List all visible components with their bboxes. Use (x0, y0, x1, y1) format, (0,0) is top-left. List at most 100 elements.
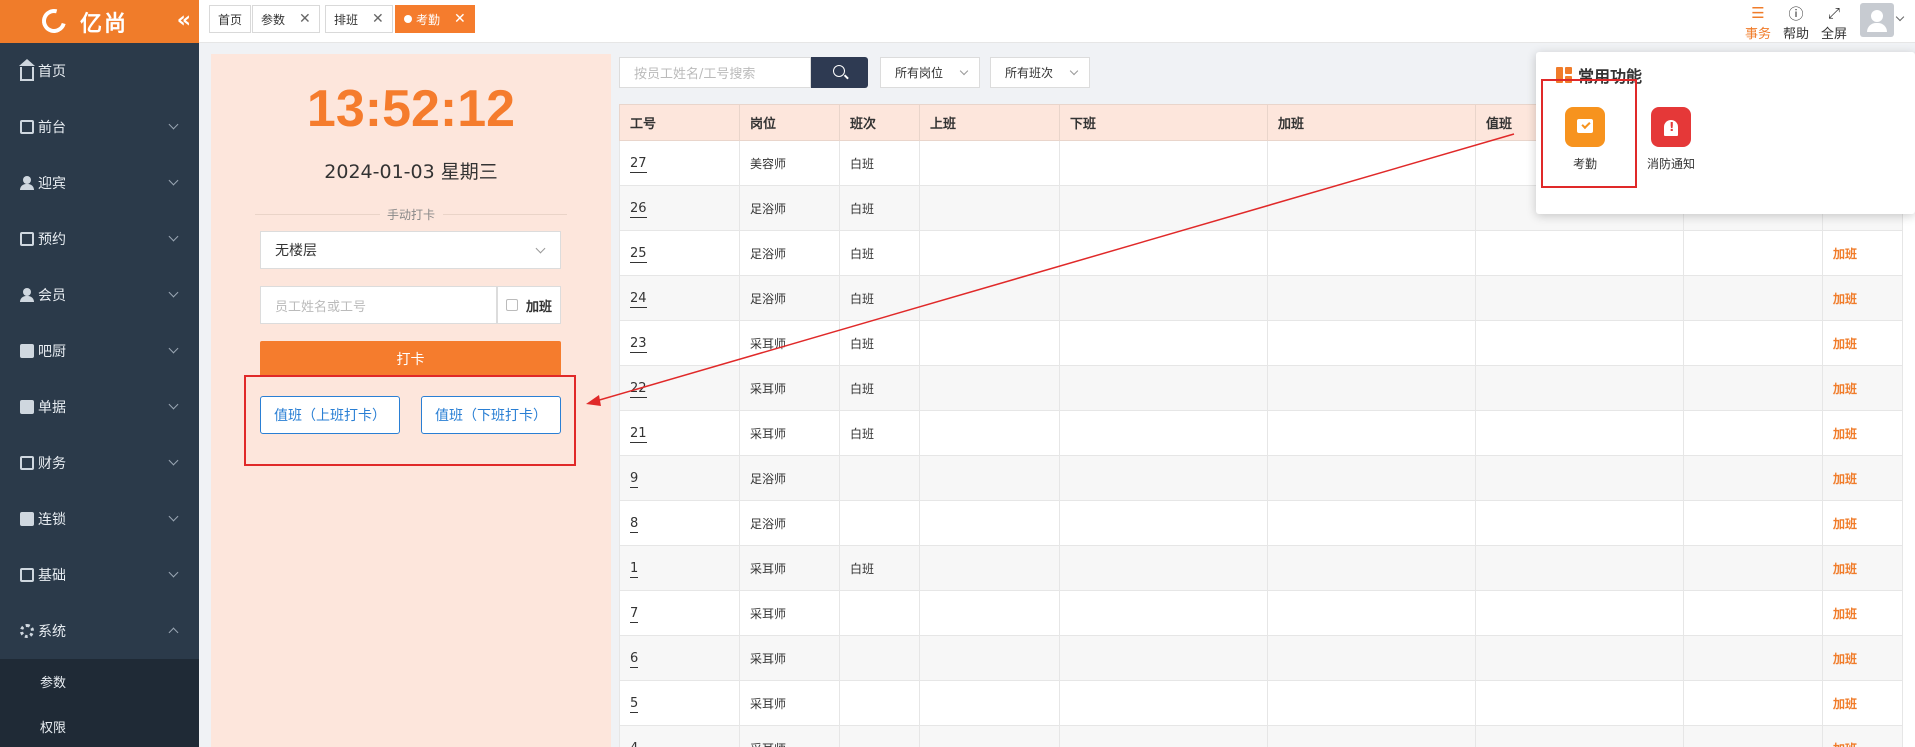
employee-id-link[interactable]: 21 (630, 425, 647, 443)
close-icon[interactable]: ✕ (454, 11, 466, 27)
employee-id-link[interactable]: 7 (630, 605, 639, 623)
checkbox-icon[interactable] (506, 299, 518, 311)
employee-id-link[interactable]: 6 (630, 650, 639, 668)
chevron-down-icon (168, 175, 179, 186)
extra-cell (1683, 500, 1823, 546)
sidebar-item-home[interactable]: 首页 (0, 43, 199, 99)
affairs-button[interactable]: ☰ 事务 (1745, 3, 1771, 42)
shift-cell (839, 500, 920, 546)
sidebar-item-label: 财务 (38, 456, 66, 472)
table-row: 25 足浴师 白班 加班 (619, 230, 1903, 276)
help-button[interactable]: ⓘ 帮助 (1783, 3, 1809, 43)
employee-id-cell[interactable]: 7 (619, 590, 740, 636)
employee-id-link[interactable]: 9 (630, 470, 639, 488)
sidebar-item-booking[interactable]: 预约 (0, 211, 199, 267)
close-icon[interactable]: ✕ (372, 11, 384, 27)
employee-search-input[interactable]: 按员工姓名/工号搜索 (619, 57, 811, 88)
employee-id-cell[interactable]: 26 (619, 185, 740, 231)
sidebar-item-frontdesk[interactable]: 前台 (0, 99, 199, 155)
position-cell: 足浴师 (739, 500, 840, 546)
fullscreen-button[interactable]: ⤢ 全屏 (1821, 3, 1847, 42)
chevron-down-icon (168, 231, 179, 242)
employee-id-link[interactable]: 25 (630, 245, 647, 263)
avatar[interactable] (1860, 3, 1894, 37)
clock-out-cell (1059, 590, 1268, 636)
sidebar-item-member[interactable]: 会员 (0, 267, 199, 323)
sidebar-subitem-permissions[interactable]: 权限 (0, 704, 199, 747)
employee-name-input[interactable]: 员工姓名或工号 (260, 286, 497, 324)
employee-id-link[interactable]: 26 (630, 200, 647, 218)
employee-id-link[interactable]: 4 (630, 740, 639, 747)
employee-id-cell[interactable]: 8 (619, 500, 740, 546)
overtime-action-link[interactable]: 加班 (1822, 365, 1903, 411)
position-cell: 采耳师 (739, 725, 840, 747)
employee-id-link[interactable]: 8 (630, 515, 639, 533)
sidebar-item-label: 预约 (38, 232, 66, 248)
sidebar-item-documents[interactable]: 单据 (0, 379, 199, 435)
sidebar-item-chain[interactable]: 连锁 (0, 491, 199, 547)
search-button[interactable] (811, 57, 868, 88)
sidebar-item-label: 前台 (38, 120, 66, 136)
column-header: 工号 (619, 104, 740, 141)
employee-id-link[interactable]: 1 (630, 560, 639, 578)
sidebar-item-finance[interactable]: 财务 (0, 435, 199, 491)
sidebar-item-system[interactable]: 系统 (0, 603, 199, 659)
overtime-action-link[interactable]: 加班 (1822, 500, 1903, 546)
employee-id-link[interactable]: 24 (630, 290, 647, 308)
overtime-action-link[interactable]: 加班 (1822, 680, 1903, 726)
overtime-checkbox[interactable]: 加班 (497, 286, 561, 324)
tab-home[interactable]: 首页 (209, 5, 252, 33)
shift-cell (839, 680, 920, 726)
employee-id-cell[interactable]: 6 (619, 635, 740, 681)
shift-filter[interactable]: 所有班次 (990, 57, 1090, 88)
shift-cell: 白班 (839, 365, 920, 411)
punch-button[interactable]: 打卡 (260, 341, 561, 377)
employee-id-cell[interactable]: 25 (619, 230, 740, 276)
overtime-action-link[interactable]: 加班 (1822, 725, 1903, 747)
extra-cell (1683, 545, 1823, 591)
employee-id-cell[interactable]: 4 (619, 725, 740, 747)
employee-id-cell[interactable]: 23 (619, 320, 740, 366)
employee-id-link[interactable]: 27 (630, 155, 647, 173)
floor-select[interactable]: 无楼层 (260, 231, 561, 269)
overtime-action-link[interactable]: 加班 (1822, 545, 1903, 591)
close-icon[interactable]: ✕ (299, 11, 311, 27)
employee-id-cell[interactable]: 24 (619, 275, 740, 321)
employee-id-link[interactable]: 22 (630, 380, 647, 398)
employee-id-cell[interactable]: 9 (619, 455, 740, 501)
employee-id-cell[interactable]: 21 (619, 410, 740, 456)
tab-schedule[interactable]: 排班 ✕ (325, 5, 393, 33)
extra-cell (1683, 590, 1823, 636)
overtime-action-link[interactable]: 加班 (1822, 455, 1903, 501)
sidebar-nav: 首页 前台 迎宾 预约 会员 吧厨 单据 财务 连锁 基础 系统 (0, 43, 199, 659)
overtime-action-link[interactable]: 加班 (1822, 275, 1903, 321)
employee-id-cell[interactable]: 22 (619, 365, 740, 411)
shift-cell: 白班 (839, 230, 920, 276)
sidebar-item-greeter[interactable]: 迎宾 (0, 155, 199, 211)
brand-logo[interactable]: 亿尚 « (0, 0, 199, 43)
employee-id-link[interactable]: 5 (630, 695, 639, 713)
collapse-sidebar-icon[interactable]: « (177, 8, 191, 33)
position-filter[interactable]: 所有岗位 (880, 57, 980, 88)
chevron-down-icon[interactable] (1895, 12, 1905, 22)
overtime-action-link[interactable]: 加班 (1822, 590, 1903, 636)
quick-function-fire-notice[interactable]: 消防通知 (1631, 107, 1711, 172)
overtime-action-link[interactable]: 加班 (1822, 635, 1903, 681)
fullscreen-label: 全屏 (1821, 27, 1848, 42)
employee-id-cell[interactable]: 27 (619, 140, 740, 186)
overtime-action-link[interactable]: 加班 (1822, 230, 1903, 276)
tab-attendance[interactable]: 考勤 ✕ (395, 5, 475, 33)
shift-cell: 白班 (839, 275, 920, 321)
employee-id-link[interactable]: 23 (630, 335, 647, 353)
overtime-action-link[interactable]: 加班 (1822, 320, 1903, 366)
employee-id-cell[interactable]: 5 (619, 680, 740, 726)
sidebar-item-base[interactable]: 基础 (0, 547, 199, 603)
employee-id-cell[interactable]: 1 (619, 545, 740, 591)
table-row: 24 足浴师 白班 加班 (619, 275, 1903, 321)
sidebar-item-kitchen[interactable]: 吧厨 (0, 323, 199, 379)
column-header: 加班 (1267, 104, 1476, 141)
clock-in-cell (919, 635, 1060, 681)
overtime-action-link[interactable]: 加班 (1822, 410, 1903, 456)
tab-params[interactable]: 参数 ✕ (252, 5, 320, 33)
sidebar-subitem-params[interactable]: 参数 (0, 659, 199, 704)
